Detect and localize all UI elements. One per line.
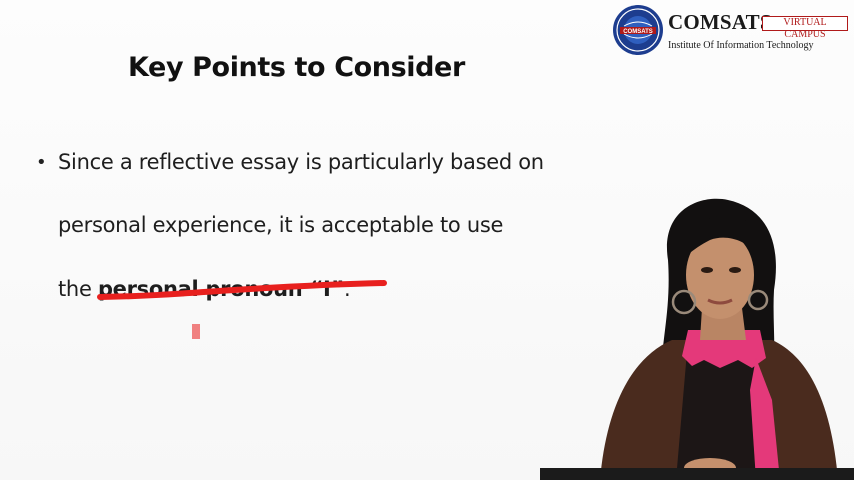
- logo-subtitle: Institute Of Information Technology: [668, 40, 814, 51]
- line3-suffix: .: [343, 277, 351, 301]
- bullet-line-2: personal experience, it is acceptable to…: [58, 213, 504, 237]
- bullet-line-3: the personal pronoun “I”.: [58, 277, 351, 301]
- line3-prefix: the: [58, 277, 98, 301]
- svg-text:COMSATS: COMSATS: [623, 29, 653, 35]
- lecture-slide: COMSATS COMSATS VIRTUAL CAMPUS Institute…: [0, 0, 854, 480]
- logo-name: COMSATS: [668, 10, 772, 34]
- presenter-video: [600, 198, 838, 480]
- comsats-logo: COMSATS COMSATS VIRTUAL CAMPUS Institute…: [612, 4, 852, 56]
- logo-tag: VIRTUAL CAMPUS: [762, 16, 848, 40]
- comsats-seal-icon: COMSATS: [613, 5, 663, 55]
- slide-title: Key Points to Consider: [128, 52, 465, 83]
- highlighted-phrase: personal pronoun “I”: [97, 277, 344, 301]
- presenter-desk: [540, 468, 854, 480]
- bullet-line-1: Since a reflective essay is particularly…: [58, 150, 544, 174]
- bullet-marker: •: [36, 152, 47, 173]
- pen-cursor-mark: [192, 324, 200, 339]
